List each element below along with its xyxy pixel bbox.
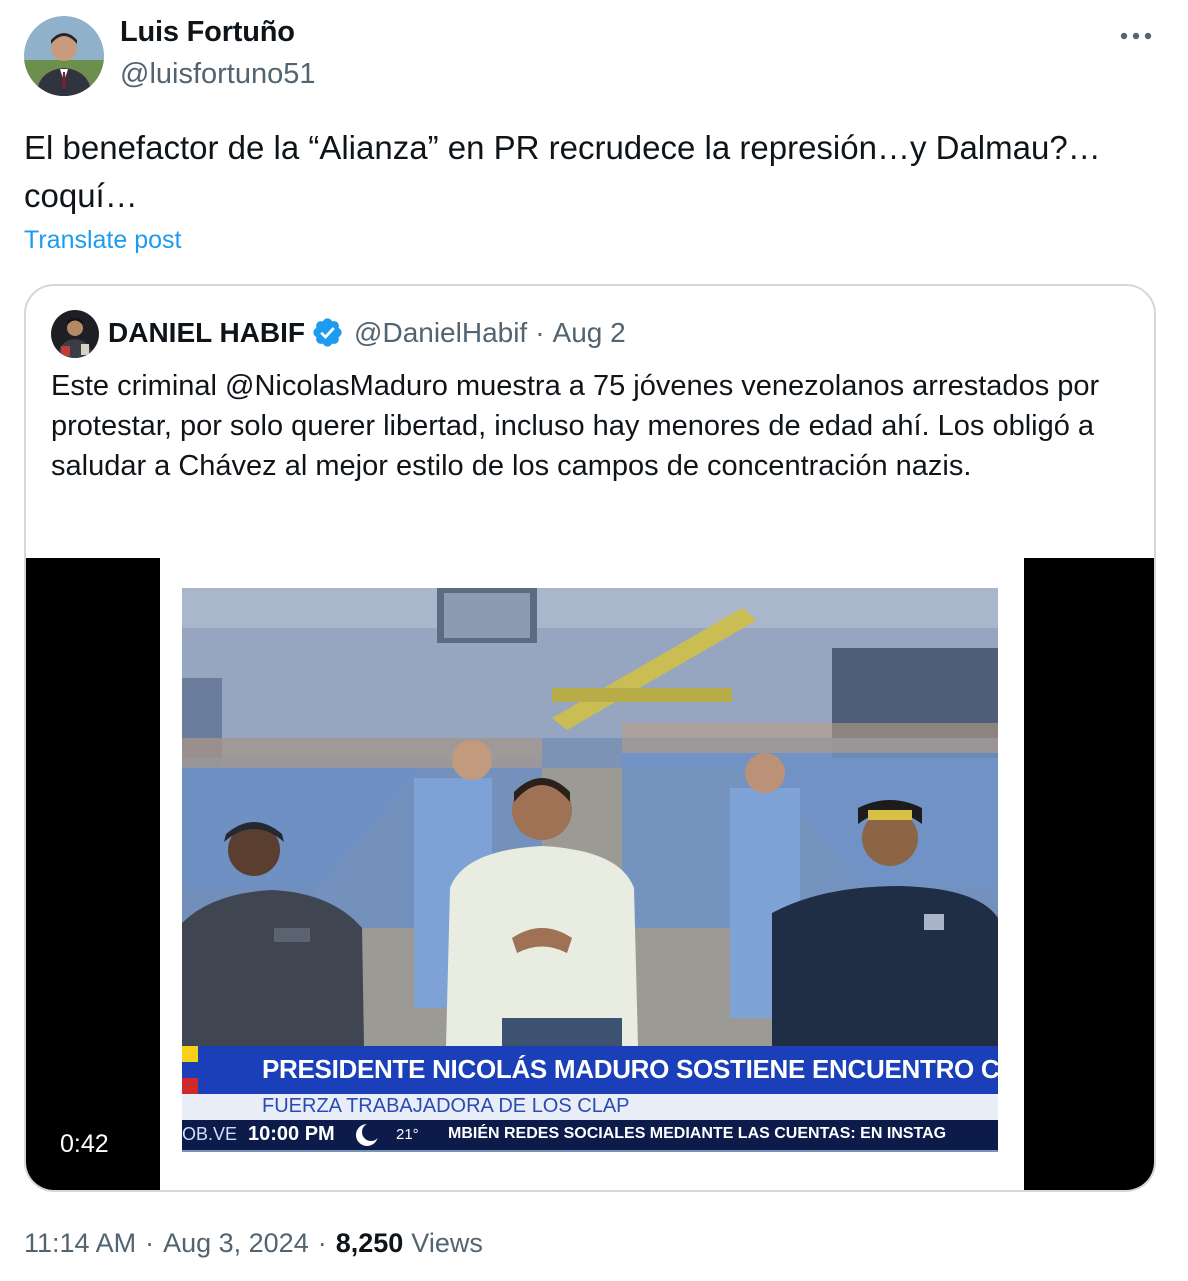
video-player[interactable]: PRESIDENTE NICOLÁS MADURO SOSTIENE ENCUE… [26,558,1154,1190]
verified-badge-icon [311,316,344,349]
quoted-author-name[interactable]: DANIEL HABIF [108,317,305,349]
views-count: 8,250 [335,1228,404,1258]
separator-dot: · [535,316,545,348]
ticker-scroll-text: MBIÉN REDES SOCIALES MEDIANTE LAS CUENTA… [448,1125,947,1142]
lower-third-headline-bar: PRESIDENTE NICOLÁS MADURO SOSTIENE ENCUE… [182,1046,998,1094]
post-text: El benefactor de la “Alianza” en PR recr… [24,129,1110,214]
separator-dot: · [145,1228,155,1258]
views-label: Views [411,1228,483,1258]
post-date[interactable]: Aug 3, 2024 [163,1228,309,1259]
lower-third-headline: PRESIDENTE NICOLÁS MADURO SOSTIENE ENCUE… [262,1054,998,1084]
quoted-post-date[interactable]: Aug 2 [553,317,626,349]
quoted-author-handle[interactable]: @DanielHabif [354,317,527,349]
translate-post-link[interactable]: Translate post [24,226,181,255]
author-avatar[interactable] [24,16,104,96]
letterbox-right [1024,558,1154,1190]
ticker-time: 10:00 PM [248,1123,335,1145]
video-frame: PRESIDENTE NICOLÁS MADURO SOSTIENE ENCUE… [182,588,998,1152]
moon-icon [354,1123,380,1147]
letterbox-left [26,558,160,1190]
post-time[interactable]: 11:14 AM [24,1228,136,1259]
author-handle[interactable]: @luisfortuno51 [120,58,316,91]
quoted-author-avatar[interactable] [51,310,99,358]
ticker-url: OB.VE [182,1124,238,1144]
more-options-icon[interactable] [1116,22,1156,50]
flag-stripe [182,1046,198,1094]
ticker-temperature: 21° [396,1126,419,1143]
news-lower-third: PRESIDENTE NICOLÁS MADURO SOSTIENE ENCUE… [182,1046,998,1152]
lower-third-subheadline: FUERZA TRABAJADORA DE LOS CLAP [262,1095,630,1117]
video-duration: 0:42 [60,1130,109,1158]
quoted-post-card[interactable]: DANIEL HABIF @DanielHabif · Aug 2 Este c… [24,284,1156,1192]
news-ticker: OB.VE 10:00 PM 21° MBIÉN REDES SOCIALES … [182,1120,998,1150]
quoted-post-header: DANIEL HABIF @DanielHabif · Aug 2 [108,316,626,349]
author-name[interactable]: Luis Fortuño [120,16,295,49]
lower-third-sub-bar: FUERZA TRABAJADORA DE LOS CLAP [182,1094,998,1120]
post-meta: 11:14 AM · Aug 3, 2024 · 8,250 Views [24,1228,483,1259]
quoted-post-text: Este criminal @NicolasMaduro muestra a 7… [51,370,1100,482]
separator-dot: · [317,1228,327,1258]
